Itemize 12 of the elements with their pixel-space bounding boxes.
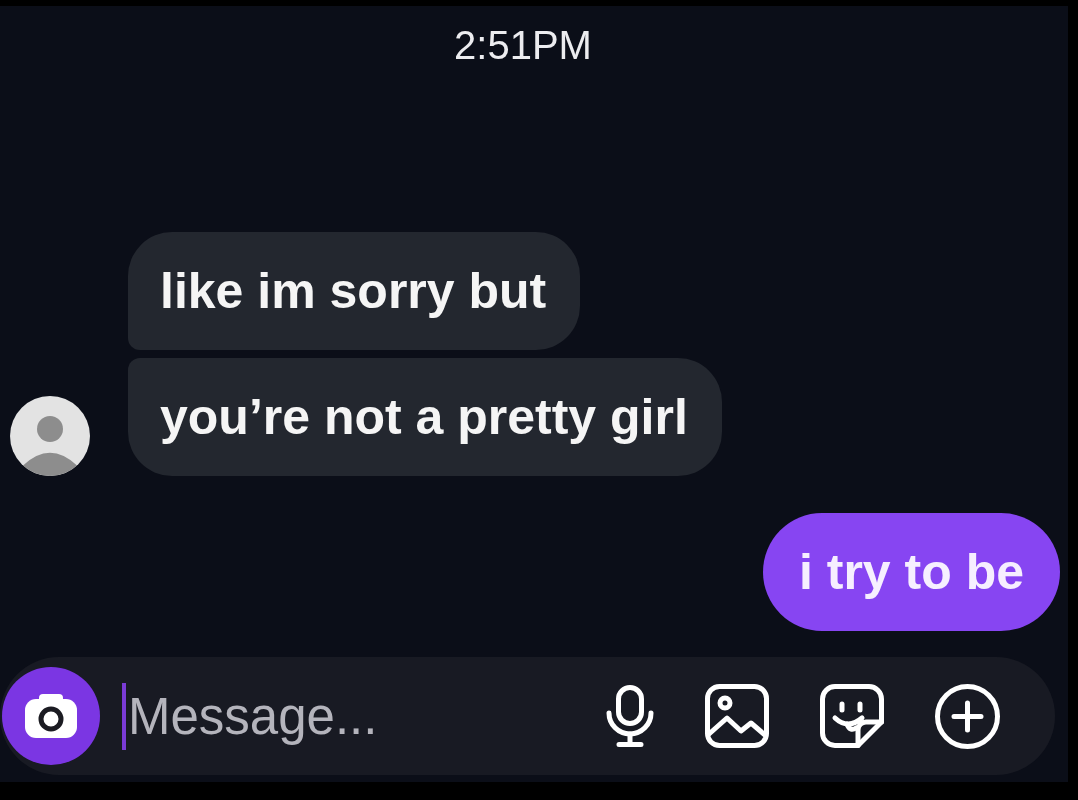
plus-icon[interactable] <box>935 683 1000 749</box>
microphone-icon[interactable] <box>606 685 654 747</box>
avatar-icon <box>10 396 90 476</box>
camera-icon <box>25 694 77 738</box>
message-bubble: i try to be <box>762 513 1060 631</box>
message-input[interactable]: Message... <box>122 682 586 750</box>
message-bubble: you’re not a pretty girl <box>128 358 722 476</box>
sticker-icon[interactable] <box>820 684 884 748</box>
camera-button[interactable] <box>2 667 100 765</box>
message-bubble: like im sorry but <box>128 232 581 350</box>
timestamp: 2:51PM <box>454 23 592 67</box>
image-icon[interactable] <box>705 684 769 748</box>
